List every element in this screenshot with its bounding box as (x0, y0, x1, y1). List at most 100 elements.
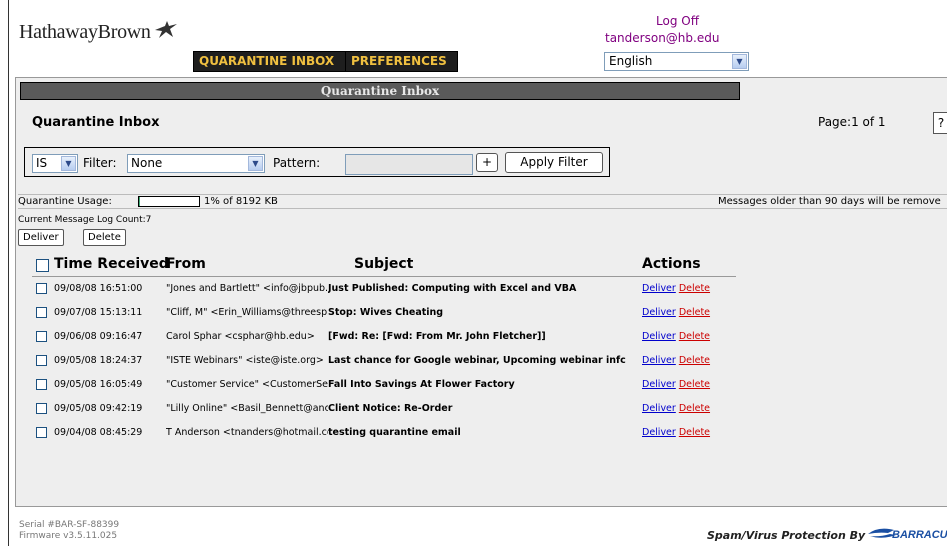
message-sender: Carol Sphar <csphar@hb.edu> (166, 331, 315, 342)
table-row: 09/05/08 09:42:19 "Lilly Online" <Basil_B… (32, 397, 736, 421)
row-delete-link[interactable]: Delete (679, 379, 710, 390)
message-sender: "Cliff, M" <Erin_Williams@threespri (166, 307, 328, 318)
row-deliver-link[interactable]: Deliver (642, 307, 676, 318)
filter-select[interactable]: None ▼ (127, 154, 265, 173)
message-actions: Deliver Delete (642, 379, 732, 390)
row-delete-link[interactable]: Delete (679, 427, 710, 438)
table-row: 09/08/08 16:51:00 "Jones and Bartlett" <i… (32, 277, 736, 301)
row-checkbox[interactable] (36, 283, 47, 294)
add-pattern-button[interactable]: + (476, 153, 498, 172)
apply-filter-button[interactable]: Apply Filter (505, 152, 603, 173)
chevron-down-icon[interactable]: ▼ (61, 156, 76, 171)
message-actions: Deliver Delete (642, 283, 732, 294)
row-deliver-link[interactable]: Deliver (642, 379, 676, 390)
column-time[interactable]: Time Received (54, 256, 169, 272)
filter-label: Filter: (83, 156, 117, 170)
language-value: English (609, 54, 653, 68)
message-time: 09/05/08 18:24:37 (54, 355, 143, 366)
table-row: 09/04/08 08:45:29 T Anderson <tnanders@ho… (32, 421, 736, 445)
row-checkbox[interactable] (36, 355, 47, 366)
message-actions: Deliver Delete (642, 403, 732, 414)
table-row: 09/05/08 16:05:49 "Customer Service" <Cus… (32, 373, 736, 397)
row-delete-link[interactable]: Delete (679, 283, 710, 294)
message-time: 09/05/08 16:05:49 (54, 379, 143, 390)
barracuda-logo: BARRACUDA (868, 524, 947, 542)
page-left-rule (8, 0, 9, 546)
row-deliver-link[interactable]: Deliver (642, 403, 676, 414)
usage-label: Quarantine Usage: (18, 196, 112, 207)
quarantine-panel: Quarantine Inbox Quarantine Inbox Page:1… (15, 77, 947, 507)
panel-title-bar: Quarantine Inbox (20, 82, 740, 100)
language-select[interactable]: English ▼ (604, 52, 749, 71)
device-info: Serial #BAR-SF-88399 Firmware v3.5.11.02… (19, 520, 119, 542)
message-actions: Deliver Delete (642, 427, 732, 438)
row-checkbox[interactable] (36, 331, 47, 342)
message-actions: Deliver Delete (642, 307, 732, 318)
serial-number: Serial #BAR-SF-88399 (19, 520, 120, 530)
row-checkbox[interactable] (36, 379, 47, 390)
select-all-checkbox[interactable] (36, 259, 49, 272)
pattern-label: Pattern: (273, 156, 321, 170)
column-actions: Actions (642, 256, 701, 272)
tab-preferences[interactable]: PREFERENCES (345, 51, 458, 72)
message-sender: "Jones and Bartlett" <info@jbpub.co (166, 283, 328, 294)
message-subject: Client Notice: Re-Order (328, 403, 453, 414)
message-time: 09/05/08 09:42:19 (54, 403, 143, 414)
usage-progress-bar (138, 196, 200, 207)
help-button[interactable]: ? (933, 112, 947, 134)
message-sender: "Lilly Online" <Basil_Bennett@ance (166, 403, 328, 414)
message-time: 09/07/08 15:13:11 (54, 307, 143, 318)
operator-value: IS (36, 156, 48, 170)
bird-logo-icon (153, 20, 179, 46)
message-subject: Stop: Wives Cheating (328, 307, 444, 318)
message-subject: Fall Into Savings At Flower Factory (328, 379, 515, 390)
school-logo: HathawayBrown (19, 20, 179, 46)
row-deliver-link[interactable]: Deliver (642, 283, 676, 294)
message-subject: Last chance for Google webinar, Upcoming… (328, 355, 626, 366)
message-sender: "ISTE Webinars" <iste@iste.org> (166, 355, 324, 366)
deliver-button[interactable]: Deliver (18, 229, 64, 246)
page-indicator: Page:1 of 1 (818, 115, 886, 129)
row-checkbox[interactable] (36, 307, 47, 318)
message-sender: T Anderson <tnanders@hotmail.com (166, 427, 328, 438)
row-checkbox[interactable] (36, 403, 47, 414)
row-delete-link[interactable]: Delete (679, 403, 710, 414)
table-header: Time Received From Subject Actions (32, 254, 736, 277)
logoff-link[interactable]: Log Off (656, 14, 699, 28)
chevron-down-icon[interactable]: ▼ (732, 54, 747, 69)
usage-text: 1% of 8192 KB (204, 196, 278, 207)
quarantine-usage: Quarantine Usage: 1% of 8192 KB Messages… (18, 194, 947, 209)
row-delete-link[interactable]: Delete (679, 355, 710, 366)
delete-button[interactable]: Delete (83, 229, 126, 246)
row-deliver-link[interactable]: Deliver (642, 355, 676, 366)
user-email: tanderson@hb.edu (605, 31, 720, 45)
operator-select[interactable]: IS ▼ (32, 154, 78, 173)
message-subject: testing quarantine email (328, 427, 461, 438)
row-deliver-link[interactable]: Deliver (642, 331, 676, 342)
row-checkbox[interactable] (36, 427, 47, 438)
brand-name: BARRACUDA (892, 529, 947, 541)
row-delete-link[interactable]: Delete (679, 307, 710, 318)
tab-quarantine-inbox[interactable]: QUARANTINE INBOX (193, 51, 349, 72)
message-time: 09/08/08 16:51:00 (54, 283, 143, 294)
message-sender: "Customer Service" <CustomerSen (166, 379, 328, 390)
message-subject: Just Published: Computing with Excel and… (328, 283, 577, 294)
message-time: 09/04/08 08:45:29 (54, 427, 143, 438)
chevron-down-icon[interactable]: ▼ (248, 156, 263, 171)
message-actions: Deliver Delete (642, 331, 732, 342)
message-actions: Deliver Delete (642, 355, 732, 366)
column-subject[interactable]: Subject (354, 256, 413, 272)
page-title: Quarantine Inbox (32, 115, 160, 130)
filter-bar: IS ▼ Filter: None ▼ Pattern: + Apply Fil… (24, 147, 610, 177)
pattern-input[interactable] (345, 154, 473, 175)
message-rows: 09/08/08 16:51:00 "Jones and Bartlett" <i… (32, 277, 736, 445)
message-log-count: Current Message Log Count:7 (18, 215, 152, 225)
message-subject: [Fwd: Re: [Fwd: From Mr. John Fletcher]] (328, 331, 546, 342)
row-deliver-link[interactable]: Deliver (642, 427, 676, 438)
usage-progress-fill (139, 197, 140, 206)
message-time: 09/06/08 09:16:47 (54, 331, 143, 342)
table-row: 09/06/08 09:16:47 Carol Sphar <csphar@hb.… (32, 325, 736, 349)
row-delete-link[interactable]: Delete (679, 331, 710, 342)
protection-tagline: Spam/Virus Protection By (707, 529, 866, 542)
column-from[interactable]: From (166, 256, 206, 272)
